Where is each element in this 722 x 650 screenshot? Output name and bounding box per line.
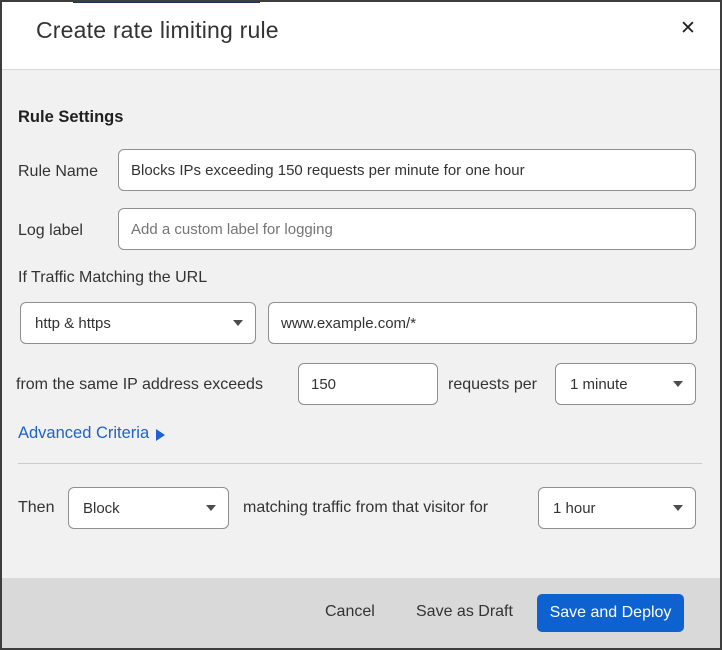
- rule-settings-heading: Rule Settings: [18, 108, 124, 126]
- cancel-button[interactable]: Cancel: [325, 603, 375, 621]
- chevron-right-icon: [156, 428, 166, 441]
- log-label-input[interactable]: [118, 208, 696, 250]
- request-count-input[interactable]: [298, 363, 438, 405]
- chevron-down-icon: [673, 505, 683, 511]
- traffic-match-label: If Traffic Matching the URL: [18, 269, 208, 286]
- period-select-value: 1 minute: [570, 375, 628, 393]
- action-middle-text: matching traffic from that visitor for: [243, 499, 489, 516]
- chevron-down-icon: [233, 320, 243, 326]
- dialog-header: Create rate limiting rule ✕: [2, 2, 720, 70]
- scheme-select-value: http & https: [35, 314, 111, 332]
- save-as-draft-button[interactable]: Save as Draft: [416, 603, 513, 621]
- action-select-value: Block: [83, 499, 120, 517]
- save-and-deploy-button[interactable]: Save and Deploy: [537, 594, 684, 632]
- top-accent-bar: [73, 2, 260, 3]
- chevron-down-icon: [673, 381, 683, 387]
- scheme-select[interactable]: http & https: [20, 302, 256, 344]
- dialog-title: Create rate limiting rule: [36, 17, 279, 43]
- action-select[interactable]: Block: [68, 487, 229, 529]
- duration-select-value: 1 hour: [553, 499, 596, 517]
- threshold-middle-text: requests per: [448, 376, 537, 393]
- rule-name-input[interactable]: [118, 149, 696, 191]
- chevron-down-icon: [206, 505, 216, 511]
- then-label: Then: [18, 499, 55, 516]
- advanced-criteria-label: Advanced Criteria: [18, 424, 150, 442]
- section-divider: [18, 463, 702, 464]
- close-icon[interactable]: ✕: [672, 12, 704, 44]
- create-rate-limiting-rule-dialog: Create rate limiting rule ✕ Rule Setting…: [0, 0, 722, 650]
- rule-name-label: Rule Name: [18, 163, 99, 180]
- duration-select[interactable]: 1 hour: [538, 487, 696, 529]
- url-pattern-input[interactable]: [268, 302, 697, 344]
- threshold-prefix-text: from the same IP address exceeds: [16, 376, 263, 393]
- advanced-criteria-link[interactable]: Advanced Criteria: [18, 424, 166, 443]
- period-select[interactable]: 1 minute: [555, 363, 696, 405]
- log-label-label: Log label: [18, 222, 83, 239]
